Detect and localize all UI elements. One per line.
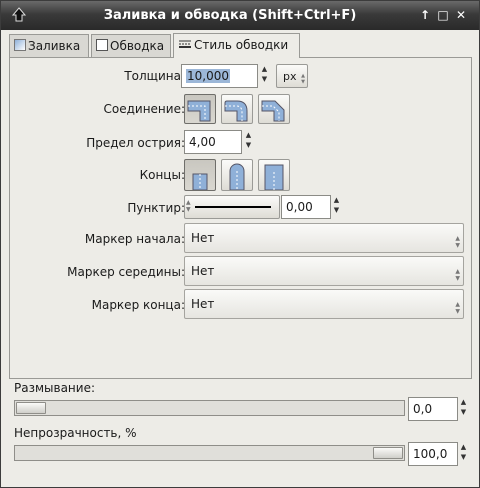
marker-start-label: Маркер начала: (84, 232, 185, 246)
width-label: Толщина: (124, 69, 185, 83)
opacity-input[interactable]: 100,0 (408, 442, 458, 466)
shade-button[interactable]: ↑ (419, 9, 431, 21)
tab-stroke-style-label: Стиль обводки (194, 38, 289, 52)
marker-end-value: Нет (191, 297, 215, 311)
bevel-join-icon (261, 100, 285, 122)
marker-end-label: Маркер конца: (91, 298, 185, 312)
marker-mid-value: Нет (191, 264, 215, 278)
stroke-style-panel: Толщина: 10,000 ▲ ▼ px ▲ ▼ Соединение: П… (9, 57, 472, 379)
close-button[interactable]: ✕ (455, 9, 467, 21)
blur-input[interactable]: 0,0 (408, 397, 458, 421)
unit-selector[interactable]: px ▲ ▼ (276, 64, 308, 88)
dash-pattern-selector[interactable]: ▲ ▼ (184, 195, 280, 219)
fill-swatch-icon (14, 39, 26, 51)
tab-fill-label: Заливка (28, 39, 81, 53)
marker-mid-label: Маркер середины: (67, 265, 185, 279)
miter-limit-input[interactable]: 4,00 (184, 130, 242, 154)
marker-start-dropdown-icon: ▲ ▼ (455, 235, 460, 249)
marker-start-value: Нет (191, 231, 215, 245)
stroke-swatch-icon (96, 39, 108, 51)
tab-stroke-paint[interactable]: Обводка (91, 34, 171, 58)
unit-label: px (283, 70, 297, 83)
blur-spinner[interactable]: ▲ ▼ (459, 397, 468, 421)
caps-label: Концы: (139, 168, 185, 182)
tab-fill[interactable]: Заливка (9, 34, 89, 58)
square-cap-button[interactable] (258, 159, 290, 191)
butt-cap-icon (192, 173, 208, 191)
dash-dropdown-icon: ▲ ▼ (186, 199, 191, 213)
maximize-button[interactable]: □ (437, 9, 449, 21)
miter-limit-label: Предел острия: (86, 136, 185, 150)
round-join-icon (224, 100, 248, 122)
blur-slider[interactable] (14, 400, 405, 416)
tab-stroke-paint-label: Обводка (110, 39, 165, 53)
miter-join-icon (187, 100, 211, 122)
dash-offset-spinner[interactable]: ▲ ▼ (332, 195, 341, 219)
title-bar[interactable]: Заливка и обводка (Shift+Ctrl+F) ↑ □ ✕ (1, 1, 479, 30)
stroke-style-icon (179, 40, 191, 48)
marker-mid-combo[interactable]: Нет ▲ ▼ (184, 256, 464, 286)
width-spinner[interactable]: ▲ ▼ (260, 64, 269, 88)
dash-label: Пунктир: (127, 201, 185, 215)
square-cap-icon (264, 164, 284, 191)
dash-offset-input[interactable]: 0,00 (281, 195, 331, 219)
bevel-join-button[interactable] (258, 94, 290, 124)
opacity-spinner[interactable]: ▲ ▼ (459, 442, 468, 466)
blur-slider-handle[interactable] (16, 402, 46, 414)
window-title: Заливка и обводка (Shift+Ctrl+F) (103, 8, 357, 23)
marker-end-dropdown-icon: ▲ ▼ (455, 301, 460, 315)
join-label: Соединение: (103, 102, 186, 116)
opacity-slider-handle[interactable] (373, 447, 403, 459)
round-cap-icon (229, 163, 245, 191)
tab-stroke-style[interactable]: Стиль обводки (173, 33, 300, 58)
width-input[interactable]: 10,000 (181, 64, 258, 88)
blur-label: Размывание: (14, 381, 95, 395)
opacity-label: Непрозрачность, % (14, 426, 137, 440)
round-cap-button[interactable] (221, 159, 253, 191)
marker-end-combo[interactable]: Нет ▲ ▼ (184, 289, 464, 319)
miter-limit-spinner[interactable]: ▲ ▼ (244, 130, 253, 154)
butt-cap-button[interactable] (184, 159, 216, 191)
fill-stroke-dialog: Заливка и обводка (Shift+Ctrl+F) ↑ □ ✕ З… (0, 0, 480, 488)
marker-mid-dropdown-icon: ▲ ▼ (455, 268, 460, 282)
solid-dash-preview (195, 206, 271, 208)
miter-join-button[interactable] (184, 94, 216, 124)
marker-start-combo[interactable]: Нет ▲ ▼ (184, 223, 464, 253)
round-join-button[interactable] (221, 94, 253, 124)
inkscape-logo-icon (11, 7, 27, 22)
opacity-slider[interactable] (14, 445, 405, 461)
